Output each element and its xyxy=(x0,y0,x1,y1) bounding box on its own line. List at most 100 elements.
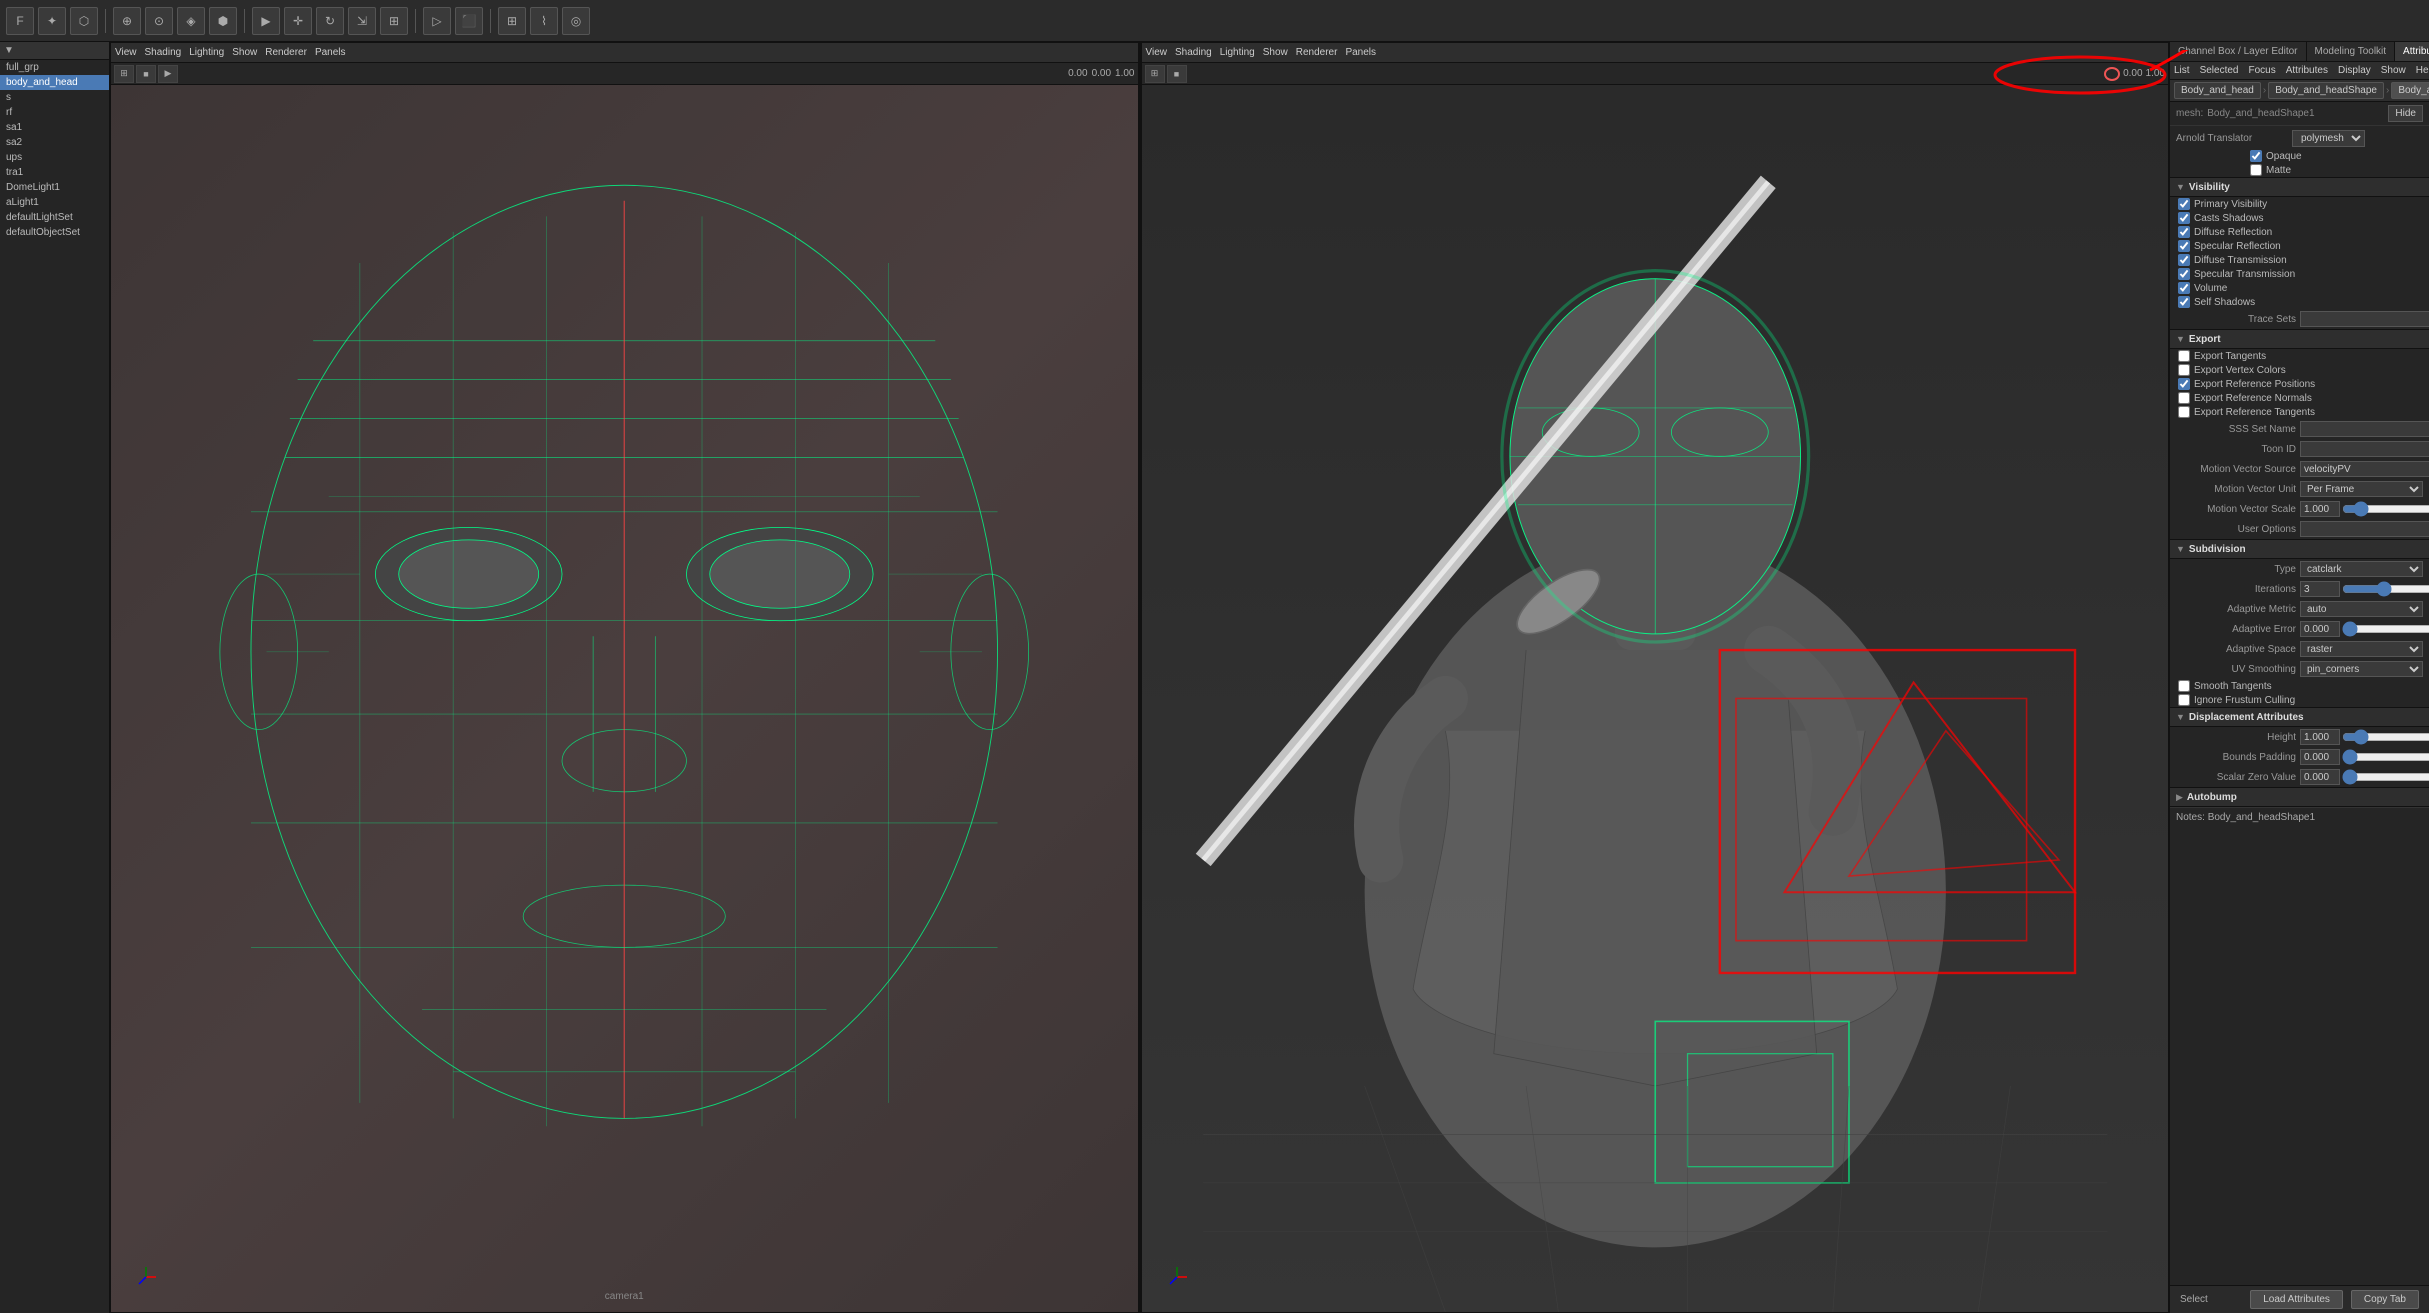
visibility-section-header[interactable]: ▼ Visibility xyxy=(2170,177,2429,197)
toon-id-input[interactable] xyxy=(2300,441,2429,457)
displacement-height-slider[interactable] xyxy=(2342,730,2429,744)
adaptive-metric-select[interactable]: auto xyxy=(2300,601,2423,617)
attr-menu-show[interactable]: Show xyxy=(2381,65,2406,76)
toolbar-file-icon[interactable]: F xyxy=(6,7,34,35)
attr-menu-display[interactable]: Display xyxy=(2338,65,2371,76)
export-vertex-colors-checkbox[interactable] xyxy=(2178,364,2190,376)
sidebar-item-tra1[interactable]: tra1 xyxy=(0,165,109,180)
ignore-frustum-culling-checkbox[interactable] xyxy=(2178,694,2190,706)
smooth-tangents-checkbox[interactable] xyxy=(2178,680,2190,692)
sidebar-item-full-grp[interactable]: full_grp xyxy=(0,60,109,75)
trace-sets-input[interactable] xyxy=(2300,311,2429,327)
viewport-right[interactable]: View Shading Lighting Show Renderer Pane… xyxy=(1141,42,2170,1313)
move-tool-icon[interactable]: ✛ xyxy=(284,7,312,35)
specular-reflection-checkbox[interactable] xyxy=(2178,240,2190,252)
sidebar-item-sa1[interactable]: sa1 xyxy=(0,120,109,135)
attr-menu-help[interactable]: Help xyxy=(2416,65,2429,76)
subdiv-iterations-number[interactable] xyxy=(2300,581,2340,597)
sss-set-name-input[interactable] xyxy=(2300,421,2429,437)
sidebar-item-body-head[interactable]: body_and_head xyxy=(0,75,109,90)
toolbar-icon-2[interactable]: ⬡ xyxy=(70,7,98,35)
attr-menu-list[interactable]: List xyxy=(2174,65,2190,76)
snap-curve-icon[interactable]: ⌇ xyxy=(530,7,558,35)
arnold-translator-select[interactable]: polymesh xyxy=(2292,130,2365,147)
scalar-zero-value-number[interactable] xyxy=(2300,769,2340,785)
tab-channel-box[interactable]: Channel Box / Layer Editor xyxy=(2170,42,2307,61)
sidebar-item-alight1[interactable]: aLight1 xyxy=(0,195,109,210)
bounds-padding-slider[interactable] xyxy=(2342,750,2429,764)
bounds-padding-number[interactable] xyxy=(2300,749,2340,765)
select-tool-icon[interactable]: ▶ xyxy=(252,7,280,35)
subdiv-type-select[interactable]: catclark xyxy=(2300,561,2423,577)
tab-attribute-editor[interactable]: Attribute Editor xyxy=(2395,42,2429,61)
adaptive-space-select[interactable]: raster xyxy=(2300,641,2423,657)
sidebar-item-s[interactable]: s xyxy=(0,90,109,105)
motion-vector-unit-select[interactable]: Per Frame xyxy=(2300,481,2423,497)
tab-modeling-toolkit[interactable]: Modeling Toolkit xyxy=(2307,42,2396,61)
vp-left-menu-show[interactable]: Show xyxy=(232,47,257,58)
sidebar-item-defaultobjectset[interactable]: defaultObjectSet xyxy=(0,225,109,240)
self-shadows-checkbox[interactable] xyxy=(2178,296,2190,308)
breadcrumb-body-headshape1[interactable]: Body_and_headShape1 xyxy=(2391,82,2429,99)
export-reference-positions-checkbox[interactable] xyxy=(2178,378,2190,390)
vp-right-menu-lighting[interactable]: Lighting xyxy=(1220,47,1255,58)
scalar-zero-value-slider[interactable] xyxy=(2342,770,2429,784)
primary-visibility-checkbox[interactable] xyxy=(2178,198,2190,210)
attr-menu-attributes[interactable]: Attributes xyxy=(2286,65,2328,76)
uv-smoothing-select[interactable]: pin_corners xyxy=(2300,661,2423,677)
breadcrumb-body-head[interactable]: Body_and_head xyxy=(2174,82,2261,99)
ipr-icon[interactable]: ⬛ xyxy=(455,7,483,35)
sidebar-item-defaultlightset[interactable]: defaultLightSet xyxy=(0,210,109,225)
export-reference-tangents-checkbox[interactable] xyxy=(2178,406,2190,418)
breadcrumb-body-headshape[interactable]: Body_and_headShape xyxy=(2268,82,2384,99)
export-section-header[interactable]: ▼ Export xyxy=(2170,329,2429,349)
sidebar-item-domelight1[interactable]: DomeLight1 xyxy=(0,180,109,195)
subdiv-iterations-slider[interactable] xyxy=(2342,582,2429,596)
subdivision-section-header[interactable]: ▼ Subdivision xyxy=(2170,539,2429,559)
vp-right-menu-renderer[interactable]: Renderer xyxy=(1296,47,1338,58)
motion-vector-source-input[interactable] xyxy=(2300,461,2429,477)
diffuse-reflection-checkbox[interactable] xyxy=(2178,226,2190,238)
hide-button[interactable]: Hide xyxy=(2388,105,2423,122)
vp-left-menu-shading[interactable]: Shading xyxy=(145,47,182,58)
toolbar-icon-6[interactable]: ⬢ xyxy=(209,7,237,35)
toolbar-icon-5[interactable]: ◈ xyxy=(177,7,205,35)
vp-left-tool-3[interactable]: ▶ xyxy=(158,65,178,83)
toolbar-icon-1[interactable]: ✦ xyxy=(38,7,66,35)
vp-right-tool-2[interactable]: ■ xyxy=(1167,65,1187,83)
render-icon[interactable]: ▷ xyxy=(423,7,451,35)
copy-tab-button[interactable]: Copy Tab xyxy=(2351,1290,2419,1309)
diffuse-transmission-checkbox[interactable] xyxy=(2178,254,2190,266)
load-attributes-button[interactable]: Load Attributes xyxy=(2250,1290,2343,1309)
casts-shadows-checkbox[interactable] xyxy=(2178,212,2190,224)
vp-left-tool-2[interactable]: ■ xyxy=(136,65,156,83)
vp-left-tool-1[interactable]: ⊞ xyxy=(114,65,134,83)
sidebar-item-ups[interactable]: ups xyxy=(0,150,109,165)
vp-left-menu-panels[interactable]: Panels xyxy=(315,47,346,58)
matte-checkbox[interactable] xyxy=(2250,164,2262,176)
rotate-tool-icon[interactable]: ↻ xyxy=(316,7,344,35)
export-tangents-checkbox[interactable] xyxy=(2178,350,2190,362)
vp-right-menu-show[interactable]: Show xyxy=(1263,47,1288,58)
specular-transmission-checkbox[interactable] xyxy=(2178,268,2190,280)
snap-point-icon[interactable]: ◎ xyxy=(562,7,590,35)
vp-left-menu-view[interactable]: View xyxy=(115,47,137,58)
sidebar-item-sa2[interactable]: sa2 xyxy=(0,135,109,150)
vp-right-menu-shading[interactable]: Shading xyxy=(1175,47,1212,58)
vp-right-menu-view[interactable]: View xyxy=(1146,47,1168,58)
vp-right-menu-panels[interactable]: Panels xyxy=(1345,47,1376,58)
scale-tool-icon[interactable]: ⇲ xyxy=(348,7,376,35)
toolbar-icon-3[interactable]: ⊕ xyxy=(113,7,141,35)
vp-left-menu-renderer[interactable]: Renderer xyxy=(265,47,307,58)
adaptive-error-number[interactable] xyxy=(2300,621,2340,637)
universal-tool-icon[interactable]: ⊞ xyxy=(380,7,408,35)
sidebar-collapse-icon[interactable]: ▼ xyxy=(4,45,14,56)
attr-menu-selected[interactable]: Selected xyxy=(2200,65,2239,76)
viewport-left[interactable]: View Shading Lighting Show Renderer Pane… xyxy=(110,42,1139,1313)
adaptive-error-slider[interactable] xyxy=(2342,622,2429,636)
vp-left-menu-lighting[interactable]: Lighting xyxy=(189,47,224,58)
volume-checkbox[interactable] xyxy=(2178,282,2190,294)
user-options-input[interactable] xyxy=(2300,521,2429,537)
export-reference-normals-checkbox[interactable] xyxy=(2178,392,2190,404)
autobump-section-header[interactable]: ▶ Autobump xyxy=(2170,787,2429,807)
